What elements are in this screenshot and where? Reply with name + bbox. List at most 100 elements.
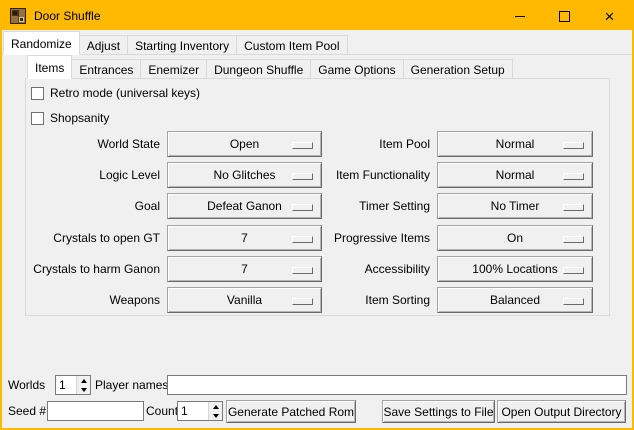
tab-entrances[interactable]: Entrances xyxy=(71,59,141,79)
item-functionality-dropdown[interactable]: Normal xyxy=(437,162,593,188)
close-icon: × xyxy=(605,8,615,25)
shopsanity-label: Shopsanity xyxy=(50,111,109,125)
timer-setting-label: Timer Setting xyxy=(320,193,430,219)
world-state-label: World State xyxy=(25,131,160,157)
tab-dungeon-shuffle[interactable]: Dungeon Shuffle xyxy=(206,59,311,79)
item-sorting-dropdown[interactable]: Balanced xyxy=(437,287,593,313)
dropdown-indicator-icon xyxy=(563,142,584,149)
seed-label: Seed # xyxy=(8,401,46,421)
timer-setting-value: No Timer xyxy=(491,199,540,213)
tab-adjust[interactable]: Adjust xyxy=(79,35,128,55)
minimize-button[interactable] xyxy=(497,2,542,30)
accessibility-label: Accessibility xyxy=(320,256,430,282)
open-output-directory-button[interactable]: Open Output Directory xyxy=(497,400,626,423)
shopsanity-checkbox[interactable]: Shopsanity xyxy=(31,111,109,125)
sub-tab-bar: Items Entrances Enemizer Dungeon Shuffle… xyxy=(27,55,513,79)
item-sorting-label: Item Sorting xyxy=(320,287,430,313)
door-shuffle-window: Door Shuffle × Randomize Adjust Starting… xyxy=(0,0,634,430)
retro-mode-label: Retro mode (universal keys) xyxy=(50,86,200,100)
dropdown-indicator-icon xyxy=(292,236,313,243)
worlds-spinbox[interactable]: 1 xyxy=(55,375,91,395)
generate-patched-rom-button[interactable]: Generate Patched Rom xyxy=(226,400,356,423)
worlds-label: Worlds xyxy=(8,375,45,395)
player-names-label: Player names xyxy=(95,375,168,395)
arrow-up-icon xyxy=(213,405,219,409)
crystals-ganon-label: Crystals to harm Ganon xyxy=(25,256,160,282)
tab-items[interactable]: Items xyxy=(27,55,72,79)
logic-level-value: No Glitches xyxy=(213,168,275,182)
dropdown-indicator-icon xyxy=(292,298,313,305)
crystals-gt-value: 7 xyxy=(241,231,248,245)
tab-generation-setup[interactable]: Generation Setup xyxy=(403,59,513,79)
spin-up-button[interactable] xyxy=(77,376,90,385)
count-value: 1 xyxy=(178,402,208,420)
crystals-gt-label: Crystals to open GT xyxy=(25,225,160,251)
arrow-up-icon xyxy=(81,379,87,383)
count-label: Count xyxy=(146,401,178,421)
save-settings-button[interactable]: Save Settings to File xyxy=(382,400,495,423)
seed-input[interactable] xyxy=(47,401,144,421)
title-bar[interactable]: Door Shuffle × xyxy=(2,2,632,30)
crystals-gt-dropdown[interactable]: 7 xyxy=(167,225,322,251)
tab-starting-inventory[interactable]: Starting Inventory xyxy=(127,35,237,55)
count-spinbox[interactable]: 1 xyxy=(177,401,223,421)
item-pool-value: Normal xyxy=(496,137,535,151)
weapons-label: Weapons xyxy=(25,287,160,313)
tab-enemizer[interactable]: Enemizer xyxy=(140,59,207,79)
arrow-down-icon xyxy=(213,414,219,418)
spinner-buttons xyxy=(76,376,90,394)
weapons-dropdown[interactable]: Vanilla xyxy=(167,287,322,313)
arrow-down-icon xyxy=(81,388,87,392)
player-names-input[interactable] xyxy=(167,375,627,395)
progressive-items-dropdown[interactable]: On xyxy=(437,225,593,251)
tab-randomize[interactable]: Randomize xyxy=(3,31,80,55)
window-controls: × xyxy=(497,2,632,30)
crystals-ganon-value: 7 xyxy=(241,262,248,276)
progressive-items-label: Progressive Items xyxy=(320,225,430,251)
item-pool-label: Item Pool xyxy=(320,131,430,157)
close-button[interactable]: × xyxy=(587,2,632,30)
spin-down-button[interactable] xyxy=(77,385,90,394)
spinner-buttons xyxy=(208,402,222,420)
checkbox-icon xyxy=(31,87,44,100)
dropdown-indicator-icon xyxy=(292,267,313,274)
spin-up-button[interactable] xyxy=(209,402,222,411)
dropdown-indicator-icon xyxy=(563,173,584,180)
weapons-value: Vanilla xyxy=(227,293,262,307)
dropdown-indicator-icon xyxy=(292,142,313,149)
dropdown-indicator-icon xyxy=(563,267,584,274)
item-sorting-value: Balanced xyxy=(490,293,540,307)
dropdown-indicator-icon xyxy=(563,298,584,305)
dropdown-indicator-icon xyxy=(292,173,313,180)
progressive-items-value: On xyxy=(507,231,523,245)
app-icon xyxy=(10,8,26,24)
retro-mode-checkbox[interactable]: Retro mode (universal keys) xyxy=(31,86,200,100)
worlds-value: 1 xyxy=(56,376,76,394)
item-pool-dropdown[interactable]: Normal xyxy=(437,131,593,157)
dropdown-indicator-icon xyxy=(563,236,584,243)
timer-setting-dropdown[interactable]: No Timer xyxy=(437,193,593,219)
tab-custom-item-pool[interactable]: Custom Item Pool xyxy=(236,35,347,55)
goal-dropdown[interactable]: Defeat Ganon xyxy=(167,193,322,219)
dropdown-indicator-icon xyxy=(292,204,313,211)
world-state-value: Open xyxy=(230,137,259,151)
world-state-dropdown[interactable]: Open xyxy=(167,131,322,157)
item-functionality-value: Normal xyxy=(496,168,535,182)
dropdown-indicator-icon xyxy=(563,204,584,211)
checkbox-icon xyxy=(31,112,44,125)
accessibility-value: 100% Locations xyxy=(472,262,557,276)
accessibility-dropdown[interactable]: 100% Locations xyxy=(437,256,593,282)
item-functionality-label: Item Functionality xyxy=(320,162,430,188)
tab-game-options[interactable]: Game Options xyxy=(310,59,403,79)
maximize-button[interactable] xyxy=(542,2,587,30)
window-title: Door Shuffle xyxy=(34,9,101,23)
main-tab-bar: Randomize Adjust Starting Inventory Cust… xyxy=(3,31,348,55)
crystals-ganon-dropdown[interactable]: 7 xyxy=(167,256,322,282)
spin-down-button[interactable] xyxy=(209,411,222,420)
logic-level-label: Logic Level xyxy=(25,162,160,188)
maximize-icon xyxy=(559,11,570,22)
minimize-icon xyxy=(515,16,525,17)
goal-value: Defeat Ganon xyxy=(207,199,282,213)
goal-label: Goal xyxy=(25,193,160,219)
logic-level-dropdown[interactable]: No Glitches xyxy=(167,162,322,188)
